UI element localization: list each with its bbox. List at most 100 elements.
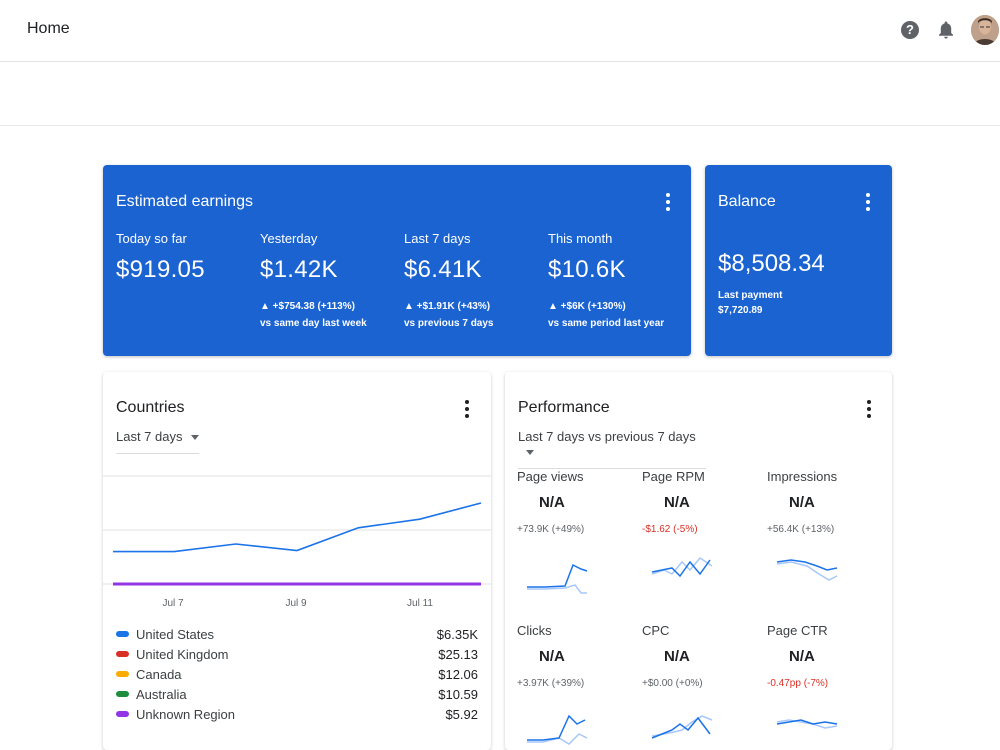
stat-label: Last 7 days [404,231,471,246]
stat-label: This month [548,231,613,246]
legend-row[interactable]: United Kingdom $25.13 [116,646,478,666]
page-views-sparkline [527,563,588,594]
metric-impressions[interactable]: Impressions N/A +56.4K (+13%) [767,469,877,535]
legend-amount: $6.35K [436,627,478,642]
more-options-icon[interactable] [866,400,872,418]
legend-country: United Kingdom [136,647,229,662]
legend-country: Canada [136,667,182,682]
top-bar: Home ? [0,0,1000,62]
performance-range-dropdown[interactable]: Last 7 days vs previous 7 days [518,429,706,469]
help-icon[interactable]: ? [901,21,919,39]
metric-value: N/A [789,648,815,665]
page-rpm-sparkline [651,557,713,578]
metric-value: N/A [664,494,690,511]
series-line [113,502,482,553]
metric-value: N/A [664,648,690,665]
performance-card: Performance Last 7 days vs previous 7 da… [505,372,892,750]
last-payment-value: $7,720.89 [718,305,763,316]
metric-label: Page CTR [767,623,828,638]
metric-page-ctr[interactable]: Page CTR N/A -0.47pp (-7%) [767,623,877,689]
metric-page-rpm[interactable]: Page RPM N/A -$1.62 (-5%) [642,469,752,535]
legend-swatch [116,711,129,717]
page-header-band [0,62,1000,126]
x-tick-label: Jul 7 [162,598,184,609]
cpc-sparkline [651,715,713,739]
legend-amount: $25.13 [438,647,478,662]
legend-amount: $12.06 [438,667,478,682]
metric-label: Page RPM [642,469,705,484]
countries-line-chart: Jul 7 Jul 9 Jul 11 [103,475,491,609]
legend-country: United States [136,627,215,642]
page-title: Home [27,20,70,37]
stat-value: $6.41K [404,256,482,283]
metric-value: N/A [789,494,815,511]
stat-value: $10.6K [548,256,626,283]
balance-value: $8,508.34 [718,250,825,277]
more-options-icon[interactable] [464,400,470,418]
metric-clicks[interactable]: Clicks N/A +3.97K (+39%) [517,623,627,689]
range-label: Last 7 days vs previous 7 days [518,429,696,444]
more-options-icon[interactable] [665,193,671,211]
legend-amount: $10.59 [438,687,478,702]
stat-yesterday: Yesterday $1.42K ▲ +$754.38 (+113%) vs s… [260,231,400,329]
stat-change: ▲ +$754.38 (+113%) [260,301,355,312]
legend-row[interactable]: Unknown Region $5.92 [116,706,478,726]
stat-this-month: This month $10.6K ▲ +$6K (+130%) vs same… [548,231,688,329]
metric-page-views[interactable]: Page views N/A +73.9K (+49%) [517,469,627,535]
stat-value: $919.05 [116,256,205,283]
metric-delta: +56.4K (+13%) [767,524,835,535]
x-tick-label: Jul 9 [285,598,307,609]
metric-delta: -$1.62 (-5%) [642,524,698,535]
legend-swatch [116,631,129,637]
clicks-sparkline [527,714,588,745]
legend-swatch [116,671,129,677]
x-tick-label: Jul 11 [407,598,433,609]
balance-card: Balance $8,508.34 Last payment $7,720.89 [705,165,892,356]
performance-title: Performance [518,399,610,416]
metric-value: N/A [539,494,565,511]
stat-last-7-days: Last 7 days $6.41K ▲ +$1.91K (+43%) vs p… [404,231,544,329]
legend-amount: $5.92 [445,707,478,722]
legend-swatch [116,691,129,697]
metric-label: Clicks [517,623,552,638]
more-options-icon[interactable] [865,193,871,211]
avatar[interactable] [971,15,999,45]
legend-swatch [116,651,129,657]
metric-label: Impressions [767,469,838,484]
metric-label: CPC [642,623,670,638]
range-label: Last 7 days [116,429,183,444]
page-ctr-sparkline [776,719,838,729]
legend-row[interactable]: Australia $10.59 [116,686,478,706]
stat-compare: vs same period last year [548,318,665,329]
metric-delta: -0.47pp (-7%) [767,678,829,689]
notifications-icon[interactable] [937,20,955,40]
metric-delta: +73.9K (+49%) [517,524,585,535]
metric-value: N/A [539,648,565,665]
estimated-earnings-card: Estimated earnings Today so far $919.05 … [103,165,691,356]
metric-cpc[interactable]: CPC N/A +$0.00 (+0%) [642,623,752,689]
stat-compare: vs same day last week [260,318,367,329]
stat-change: ▲ +$6K (+130%) [548,301,626,312]
legend-country: Unknown Region [136,707,236,722]
legend-row[interactable]: United States $6.35K [116,626,478,646]
stat-change: ▲ +$1.91K (+43%) [404,301,491,312]
stat-value: $1.42K [260,256,338,283]
stat-label: Yesterday [260,231,318,246]
countries-legend: United States $6.35K United Kingdom $25.13 C… [116,626,478,726]
countries-range-dropdown[interactable]: Last 7 days [116,429,199,454]
stat-label: Today so far [116,231,187,246]
stat-today: Today so far $919.05 [116,231,256,284]
balance-title: Balance [718,193,776,210]
countries-card: Countries Last 7 days Jul 7 Jul 9 Jul 11 U… [103,372,491,750]
stat-compare: vs previous 7 days [404,318,494,329]
earnings-title: Estimated earnings [116,193,253,210]
metric-delta: +$0.00 (+0%) [642,678,703,689]
legend-country: Australia [136,687,187,702]
last-payment-label: Last payment [718,290,783,301]
chevron-down-icon [190,435,199,441]
countries-title: Countries [116,399,185,416]
impressions-sparkline [776,559,838,581]
metric-delta: +3.97K (+39%) [517,678,585,689]
legend-row[interactable]: Canada $12.06 [116,666,478,686]
metric-label: Page views [517,469,584,484]
